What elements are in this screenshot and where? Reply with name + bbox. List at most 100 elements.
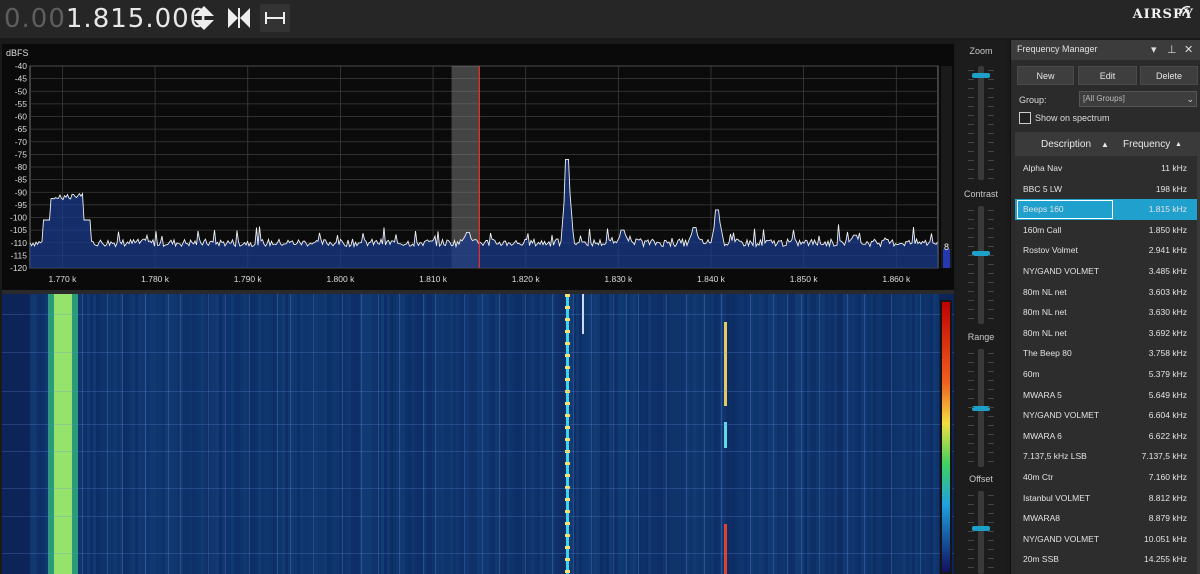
waterfall-noise-column xyxy=(849,294,852,574)
waterfall-noise-column xyxy=(126,294,129,574)
waterfall-noise-column xyxy=(561,294,564,574)
slider-tick xyxy=(988,389,994,390)
column-frequency[interactable]: Frequency xyxy=(1123,139,1170,150)
column-description[interactable]: Description xyxy=(1041,139,1091,150)
table-row[interactable]: NY/GAND VOLMET 3.485 kHz xyxy=(1015,261,1200,282)
slider-tick xyxy=(988,106,994,107)
step-up-down-button[interactable] xyxy=(190,4,218,32)
dropdown-arrow-icon[interactable]: ▾ xyxy=(1151,43,1157,56)
table-row[interactable]: 160m Call 1.850 kHz xyxy=(1015,220,1200,241)
table-row[interactable]: NY/GAND VOLMET 10.051 kHz xyxy=(1015,529,1200,550)
waterfall-noise-column xyxy=(765,294,768,574)
waterfall-noise-column xyxy=(534,294,537,574)
y-tick-label: -95 xyxy=(15,200,28,210)
waterfall-carrier-dot xyxy=(565,294,570,297)
waterfall-noise-column xyxy=(222,294,225,574)
x-tick-label: 1.840 k xyxy=(697,274,726,284)
slider-tick xyxy=(988,219,994,220)
waterfall-noise-column xyxy=(42,294,45,574)
slider-tick xyxy=(968,531,974,532)
waterfall-noise-column xyxy=(921,294,924,574)
waterfall-carrier-trace xyxy=(626,294,627,574)
waterfall-noise-column xyxy=(375,294,378,574)
sort-frequency-icon[interactable]: ▲ xyxy=(1175,141,1182,148)
group-select[interactable]: [All Groups] ⌄ xyxy=(1079,91,1197,107)
fit-width-button[interactable] xyxy=(260,4,290,32)
waterfall-noise-column xyxy=(291,294,294,574)
slider-tick xyxy=(988,300,994,301)
zoom-slider-track[interactable] xyxy=(978,66,984,180)
table-row[interactable]: Alpha Nav 11 kHz xyxy=(1015,158,1200,179)
close-icon[interactable]: ✕ xyxy=(1184,43,1193,56)
table-row[interactable]: 80m NL net 3.692 kHz xyxy=(1015,323,1200,344)
slider-tick xyxy=(988,210,994,211)
pin-icon[interactable]: ⊥ xyxy=(1167,43,1177,56)
sort-ascending-icon[interactable]: ▲ xyxy=(1101,140,1109,149)
waterfall-row-band xyxy=(2,424,954,425)
waterfall-carrier-trace xyxy=(573,294,574,574)
show-on-spectrum-checkbox[interactable] xyxy=(1019,112,1031,124)
waterfall-noise-column xyxy=(189,294,192,574)
delete-button[interactable]: Delete xyxy=(1140,66,1198,85)
waterfall-noise-column xyxy=(825,294,828,574)
waterfall-noise-column xyxy=(102,294,105,574)
edit-button[interactable]: Edit xyxy=(1078,66,1137,85)
table-row[interactable]: BBC 5 LW 198 kHz xyxy=(1015,179,1200,200)
table-row[interactable]: 40m Ctr 7.160 kHz xyxy=(1015,467,1200,488)
waterfall-row-band xyxy=(2,314,954,315)
table-row[interactable]: NY/GAND VOLMET 6.604 kHz xyxy=(1015,405,1200,426)
slider-tick xyxy=(968,115,974,116)
waterfall-carrier-trace xyxy=(591,294,592,574)
waterfall-noise-column xyxy=(813,294,816,574)
table-row[interactable]: 20m SSB 14.255 kHz xyxy=(1015,549,1200,570)
waterfall-noise-column xyxy=(570,294,573,574)
table-row[interactable]: 60m 5.379 kHz xyxy=(1015,364,1200,385)
waterfall-panel[interactable] xyxy=(2,294,954,574)
frequency-leading-digits[interactable]: 0.00 xyxy=(4,4,66,34)
waterfall-noise-column xyxy=(177,294,180,574)
frequency-digits[interactable]: 1.815.000 xyxy=(66,4,207,34)
table-row[interactable]: MWARA 5 5.649 kHz xyxy=(1015,385,1200,406)
waterfall-noise-column xyxy=(558,294,561,574)
table-row[interactable]: 80m NL net 3.630 kHz xyxy=(1015,302,1200,323)
table-row[interactable]: 80m NL net 3.603 kHz xyxy=(1015,282,1200,303)
waterfall-noise-column xyxy=(294,294,297,574)
waterfall-noise-column xyxy=(414,294,417,574)
slider-tick xyxy=(988,309,994,310)
waterfall-noise-column xyxy=(912,294,915,574)
center-tune-button[interactable] xyxy=(224,4,254,32)
table-row[interactable]: MWARA 6 6.622 kHz xyxy=(1015,426,1200,447)
waterfall-carrier-trace xyxy=(180,294,181,574)
frequency-display[interactable]: 0.001.815.000 xyxy=(4,3,207,35)
frequency-table: Description ▲ Frequency ▲ Alpha Nav 11 kH… xyxy=(1015,132,1200,574)
offset-slider-track[interactable] xyxy=(978,491,984,574)
table-row[interactable]: MWARA8 8.879 kHz xyxy=(1015,508,1200,529)
waterfall-noise-column xyxy=(543,294,546,574)
waterfall-noise-column xyxy=(234,294,237,574)
table-row[interactable]: Rostov Volmet 2.941 kHz xyxy=(1015,240,1200,261)
waterfall-noise-column xyxy=(495,294,498,574)
new-button[interactable]: New xyxy=(1017,66,1074,85)
waterfall-noise-column xyxy=(762,294,765,574)
slider-tick xyxy=(968,513,974,514)
waterfall-noise-column xyxy=(780,294,783,574)
spectrum-panel[interactable]: -40 -45 -50 -55 -60 -65 -70 -75 -80 -85 -90 -95 -100… xyxy=(2,44,954,290)
waterfall-noise-column xyxy=(348,294,351,574)
row-description: 7.137,5 kHz LSB xyxy=(1023,451,1087,462)
table-row[interactable]: 7.137,5 kHz LSB 7.137,5 kHz xyxy=(1015,446,1200,467)
row-description: 20m SSB xyxy=(1023,554,1059,565)
waterfall-noise-column xyxy=(582,294,585,574)
slider-tick xyxy=(968,88,974,89)
zoom-slider-thumb[interactable] xyxy=(972,73,990,79)
table-row[interactable]: Beeps 160 1.815 kHz xyxy=(1015,199,1200,220)
contrast-slider-track[interactable] xyxy=(978,206,984,324)
spectrum-plot[interactable]: -40 -45 -50 -55 -60 -65 -70 -75 -80 -85 -90 -95 -100… xyxy=(2,44,954,290)
table-row[interactable]: Istanbul VOLMET 8.812 kHz xyxy=(1015,488,1200,509)
y-tick-label: -90 xyxy=(15,187,28,197)
waterfall-carrier-trace xyxy=(399,294,400,574)
waterfall-noise-column xyxy=(417,294,420,574)
waterfall-noise-column xyxy=(138,294,141,574)
waterfall-row-band xyxy=(2,391,954,392)
waterfall-row-band xyxy=(2,553,954,554)
table-row[interactable]: The Beep 80 3.758 kHz xyxy=(1015,343,1200,364)
